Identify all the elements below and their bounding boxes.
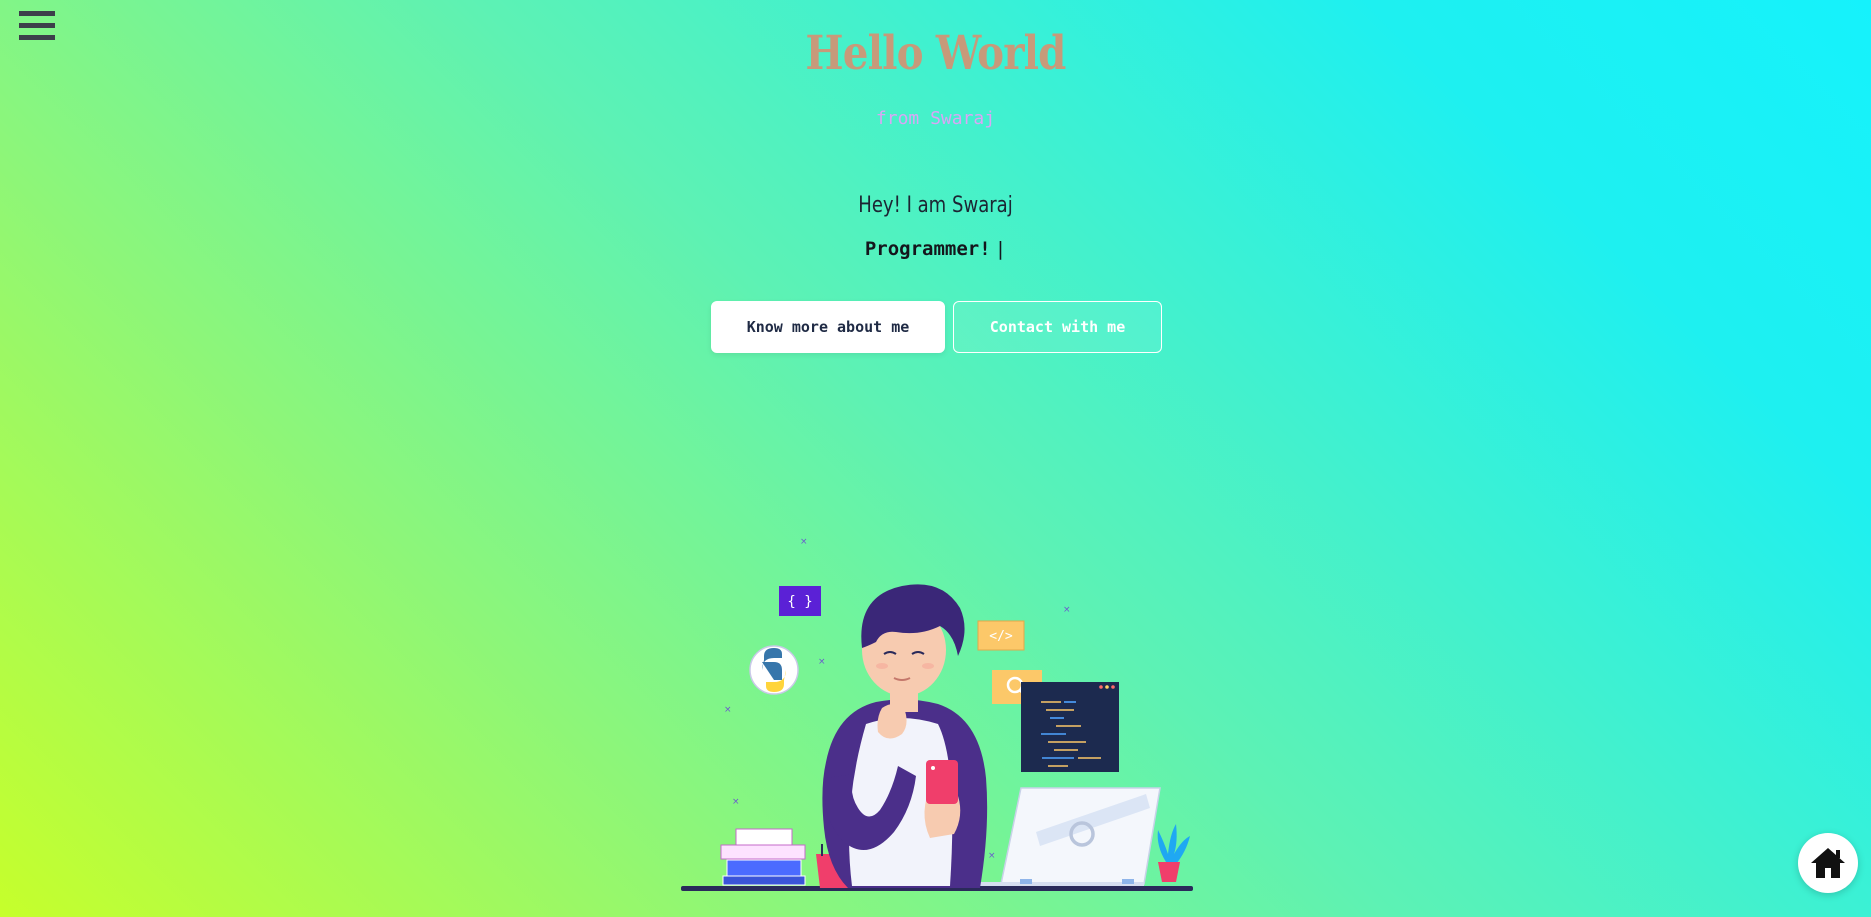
svg-text:×: × [988, 851, 996, 861]
hamburger-menu-icon[interactable] [19, 11, 55, 49]
contact-button[interactable]: Contact with me [953, 301, 1162, 353]
svg-text:×: × [724, 705, 732, 715]
person-figure [822, 584, 988, 888]
know-more-button[interactable]: Know more about me [711, 301, 945, 353]
phone-icon [926, 760, 958, 804]
code-window-icon [1021, 682, 1119, 772]
laptop-icon [968, 787, 1161, 888]
menu-bar [19, 11, 55, 16]
menu-bar [19, 23, 55, 28]
page-title: Hello World [805, 26, 1066, 81]
python-logo-icon [749, 645, 799, 695]
braces-badge-text: { } [787, 594, 812, 610]
books-icon [720, 828, 806, 886]
hero-greeting: Hey! I am Swaraj [858, 193, 1013, 218]
hero-role: Programmer! | [0, 238, 1871, 260]
menu-bar [19, 35, 55, 40]
home-button[interactable] [1798, 833, 1858, 893]
code-tag-badge-text: </> [989, 629, 1013, 644]
svg-text:×: × [818, 657, 826, 667]
role-text: Programmer! [864, 238, 991, 260]
svg-text:×: × [732, 797, 740, 807]
svg-text:×: × [800, 537, 808, 547]
plant-icon [1157, 824, 1190, 882]
programmer-illustration: × × × × × × { } </> [681, 537, 1193, 891]
typing-cursor: | [994, 238, 1007, 260]
home-icon [1811, 848, 1845, 878]
page-subtitle: from Swaraj [875, 108, 996, 129]
braces-badge: { } [779, 586, 821, 616]
hero-actions: Know more about me Contact with me [711, 301, 1162, 353]
svg-text:×: × [1063, 605, 1071, 615]
code-tag-badge: </> [977, 620, 1025, 651]
